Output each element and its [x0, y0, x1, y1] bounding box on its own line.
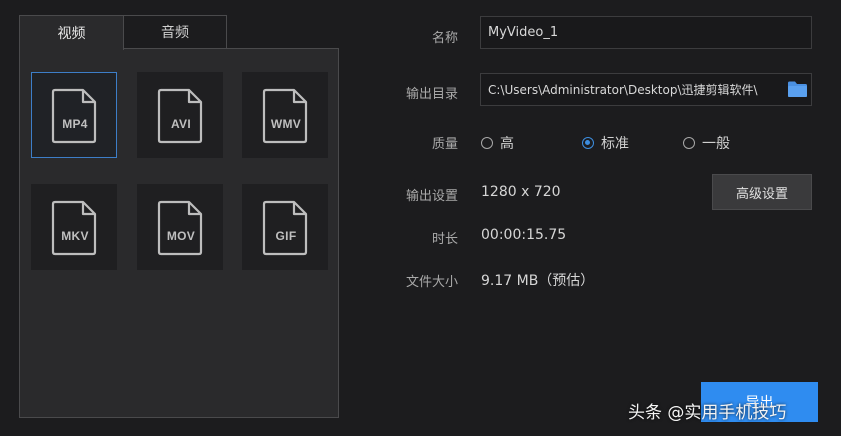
format-wmv[interactable]: WMV [242, 72, 328, 158]
format-label: WMV [270, 117, 302, 131]
format-avi[interactable]: AVI [137, 72, 223, 158]
format-panel: MP4 AVI WMV MKV MOV GIF [19, 48, 339, 418]
quality-label: 质量 [431, 137, 458, 152]
radio-dot-selected [582, 137, 594, 149]
file-size-label: 文件大小 [405, 275, 458, 290]
name-input[interactable]: MyVideo_1 [480, 16, 812, 49]
format-label: MKV [61, 229, 89, 243]
file-icon [157, 200, 203, 256]
format-label: MP4 [62, 117, 88, 131]
duration-value: 00:00:15.75 [481, 227, 567, 243]
quality-option-label: 高 [500, 136, 514, 152]
format-label: MOV [166, 229, 196, 243]
folder-icon[interactable] [787, 80, 808, 98]
file-icon [157, 88, 203, 144]
tab-video[interactable]: 视频 [19, 15, 124, 50]
output-dir-label: 输出目录 [405, 87, 458, 102]
format-label: GIF [275, 229, 297, 243]
format-mov[interactable]: MOV [137, 184, 223, 270]
name-label: 名称 [431, 31, 458, 46]
quality-radio-normal[interactable]: 一般 [683, 133, 730, 153]
format-mp4[interactable]: MP4 [31, 72, 117, 158]
file-icon [51, 88, 97, 144]
name-value: MyVideo_1 [488, 25, 559, 40]
quality-option-label: 一般 [702, 136, 730, 152]
file-size-value: 9.17 MB（预估） [481, 273, 595, 289]
quality-radio-high[interactable]: 高 [481, 133, 514, 153]
output-dir-value: C:\Users\Administrator\Desktop\迅捷剪辑软件\ [488, 83, 758, 97]
advanced-settings-button[interactable]: 高级设置 [712, 174, 812, 210]
output-settings-value: 1280 x 720 [481, 184, 561, 200]
output-dir-input[interactable]: C:\Users\Administrator\Desktop\迅捷剪辑软件\ [480, 73, 812, 106]
format-label: AVI [170, 117, 191, 131]
output-settings-label: 输出设置 [405, 189, 458, 204]
quality-option-label: 标准 [601, 136, 629, 152]
file-icon [51, 200, 97, 256]
quality-radio-standard[interactable]: 标准 [582, 133, 629, 153]
format-mkv[interactable]: MKV [31, 184, 117, 270]
file-icon [262, 88, 308, 144]
format-gif[interactable]: GIF [242, 184, 328, 270]
watermark: 头条 @实用手机技巧 [628, 403, 787, 423]
file-icon [262, 200, 308, 256]
radio-dot [481, 137, 493, 149]
radio-dot [683, 137, 695, 149]
duration-label: 时长 [431, 232, 458, 247]
tab-audio[interactable]: 音频 [123, 15, 227, 49]
